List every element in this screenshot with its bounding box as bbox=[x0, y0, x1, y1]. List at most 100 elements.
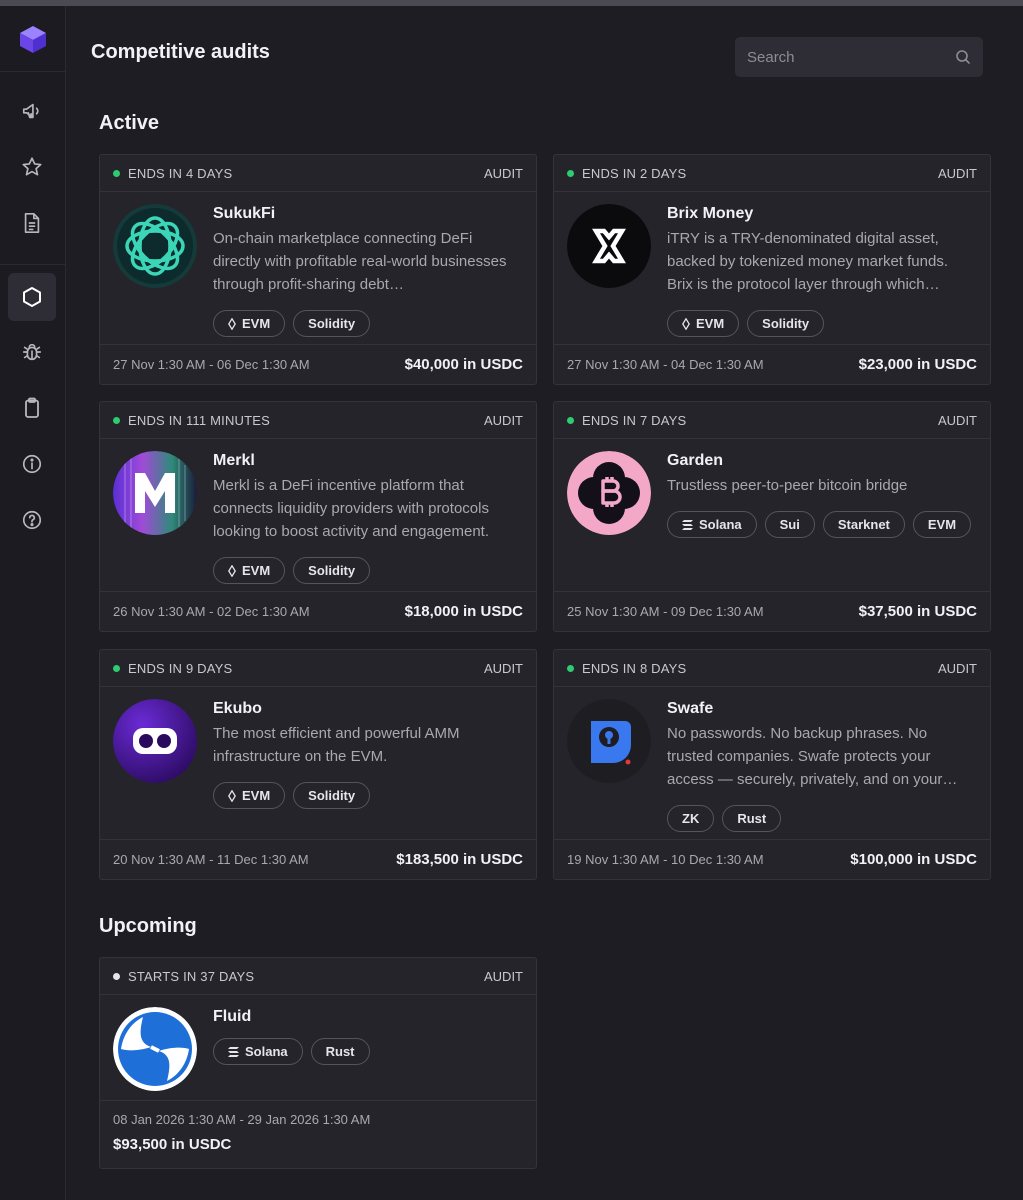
tag-zk[interactable]: ZK bbox=[667, 805, 715, 832]
status-dot bbox=[113, 416, 120, 424]
search-icon[interactable] bbox=[955, 49, 971, 65]
tag-evm[interactable]: EVM bbox=[213, 310, 286, 337]
card-header: ENDS IN 4 DAYS AUDIT bbox=[100, 155, 536, 192]
tag-solana[interactable]: Solana bbox=[213, 1038, 303, 1065]
card-header: STARTS IN 37 DAYS AUDIT bbox=[100, 958, 536, 995]
audit-card-fluid[interactable]: STARTS IN 37 DAYS AUDIT Fluid Solana Rus… bbox=[99, 957, 537, 1169]
tag-list: EVM Solidity bbox=[213, 557, 523, 584]
prize-pool: $18,000 in USDC bbox=[404, 603, 523, 620]
search-box[interactable] bbox=[735, 37, 983, 77]
tag-rust[interactable]: Rust bbox=[310, 1038, 370, 1065]
audit-type-label: AUDIT bbox=[484, 968, 523, 984]
sidebar-item-info[interactable] bbox=[8, 440, 56, 488]
project-description: Trustless peer-to-peer bitcoin bridge bbox=[667, 477, 908, 494]
merkl-logo bbox=[113, 451, 197, 535]
status-dot bbox=[567, 169, 574, 177]
sidebar-item-help[interactable] bbox=[8, 496, 56, 544]
audit-card-merkl[interactable]: ENDS IN 111 MINUTES AUDIT Merkl Merkl is… bbox=[99, 401, 537, 632]
tag-list: ZK Rust bbox=[667, 805, 977, 832]
megaphone-icon bbox=[22, 103, 39, 119]
tag-solidity[interactable]: Solidity bbox=[293, 557, 371, 584]
sidebar-item-clipboard[interactable] bbox=[8, 384, 56, 432]
card-footer: 27 Nov 1:30 AM - 06 Dec 1:30 AM $40,000 … bbox=[100, 344, 536, 384]
card-footer: 27 Nov 1:30 AM - 04 Dec 1:30 AM $23,000 … bbox=[554, 344, 990, 384]
project-description: The most efficient and powerful AMM infr… bbox=[213, 725, 460, 765]
sidebar-item-bug-bounty[interactable] bbox=[8, 328, 56, 376]
prize-pool: $100,000 in USDC bbox=[850, 851, 977, 868]
sidebar-item-favorites[interactable] bbox=[8, 143, 56, 191]
tag-solidity[interactable]: Solidity bbox=[747, 310, 825, 337]
audit-card-brix-money[interactable]: ENDS IN 2 DAYS AUDIT Brix Money iTRY is … bbox=[553, 154, 991, 385]
ethereum-icon bbox=[228, 564, 236, 577]
audit-card-ekubo[interactable]: ENDS IN 9 DAYS AUDIT Ekubo The most effi… bbox=[99, 649, 537, 880]
tag-list: EVM Solidity bbox=[213, 782, 523, 809]
card-header: ENDS IN 2 DAYS AUDIT bbox=[554, 155, 990, 192]
star-icon bbox=[22, 157, 42, 176]
audit-type-label: AUDIT bbox=[938, 412, 977, 428]
audit-type-label: AUDIT bbox=[484, 165, 523, 181]
status-text: ENDS IN 7 DAYS bbox=[582, 412, 687, 428]
audit-card-swafe[interactable]: ENDS IN 8 DAYS AUDIT Swafe No passwords.… bbox=[553, 649, 991, 880]
tag-evm[interactable]: EVM bbox=[667, 310, 740, 337]
project-name[interactable]: Merkl bbox=[213, 452, 523, 470]
audit-type-label: AUDIT bbox=[938, 165, 977, 181]
hexagon-icon bbox=[23, 287, 41, 307]
prize-pool: $40,000 in USDC bbox=[404, 356, 523, 373]
tag-evm[interactable]: EVM bbox=[213, 557, 286, 584]
project-name[interactable]: Brix Money bbox=[667, 205, 977, 223]
info-icon bbox=[22, 454, 42, 474]
audit-dates: 19 Nov 1:30 AM - 10 Dec 1:30 AM bbox=[567, 852, 764, 867]
tag-sui[interactable]: Sui bbox=[764, 511, 815, 538]
ethereum-icon bbox=[228, 317, 236, 330]
tag-solidity[interactable]: Solidity bbox=[293, 782, 371, 809]
ethereum-icon bbox=[228, 789, 236, 802]
solana-icon bbox=[228, 1046, 239, 1057]
tag-list: EVM Solidity bbox=[213, 310, 523, 337]
status-dot bbox=[113, 664, 120, 672]
project-name[interactable]: Garden bbox=[667, 452, 977, 470]
card-header: ENDS IN 9 DAYS AUDIT bbox=[100, 650, 536, 687]
audit-type-label: AUDIT bbox=[938, 660, 977, 676]
tag-rust[interactable]: Rust bbox=[722, 805, 782, 832]
prize-pool: $93,500 in USDC bbox=[113, 1136, 232, 1153]
status-text: ENDS IN 9 DAYS bbox=[128, 660, 233, 676]
status-text: ENDS IN 8 DAYS bbox=[582, 660, 687, 676]
fluid-logo bbox=[113, 1007, 197, 1091]
card-footer: 25 Nov 1:30 AM - 09 Dec 1:30 AM $37,500 … bbox=[554, 591, 990, 631]
search-input[interactable] bbox=[747, 48, 955, 66]
tag-solana[interactable]: Solana bbox=[667, 511, 757, 538]
logo-cube-icon bbox=[19, 25, 46, 53]
status-dot bbox=[113, 169, 120, 177]
section-title-active: Active bbox=[99, 112, 160, 134]
tag-starknet[interactable]: Starknet bbox=[822, 511, 905, 538]
project-name[interactable]: Fluid bbox=[213, 1008, 523, 1026]
sidebar-item-audits[interactable] bbox=[8, 273, 56, 321]
tag-evm[interactable]: EVM bbox=[213, 782, 286, 809]
bug-icon bbox=[22, 343, 42, 361]
audit-dates: 08 Jan 2026 1:30 AM - 29 Jan 2026 1:30 A… bbox=[113, 1112, 371, 1127]
sidebar-divider bbox=[0, 264, 66, 265]
prize-pool: $183,500 in USDC bbox=[396, 851, 523, 868]
tag-solidity[interactable]: Solidity bbox=[293, 310, 371, 337]
audit-type-label: AUDIT bbox=[484, 412, 523, 428]
audit-card-sukukfi[interactable]: ENDS IN 4 DAYS AUDIT SukukFi On-chain ma… bbox=[99, 154, 537, 385]
project-name[interactable]: SukukFi bbox=[213, 205, 523, 223]
tag-list: Solana Rust bbox=[213, 1038, 523, 1065]
ekubo-logo bbox=[113, 699, 197, 783]
project-description: On-chain marketplace connecting DeFi dir… bbox=[213, 230, 507, 293]
status-text: ENDS IN 4 DAYS bbox=[128, 165, 233, 181]
project-description: Merkl is a DeFi incentive platform that … bbox=[213, 477, 490, 540]
status-text: STARTS IN 37 DAYS bbox=[128, 968, 255, 984]
swafe-logo bbox=[567, 699, 651, 783]
audit-card-garden[interactable]: ENDS IN 7 DAYS AUDIT Garden Trustless pe… bbox=[553, 401, 991, 632]
tag-evm[interactable]: EVM bbox=[912, 511, 972, 538]
solana-icon bbox=[682, 519, 693, 530]
sidebar-item-announcements[interactable] bbox=[8, 87, 56, 135]
sidebar-item-reports[interactable] bbox=[8, 199, 56, 247]
card-footer: 20 Nov 1:30 AM - 11 Dec 1:30 AM $183,500… bbox=[100, 839, 536, 879]
card-footer: 26 Nov 1:30 AM - 02 Dec 1:30 AM $18,000 … bbox=[100, 591, 536, 631]
project-name[interactable]: Swafe bbox=[667, 700, 977, 718]
project-name[interactable]: Ekubo bbox=[213, 700, 523, 718]
logo[interactable] bbox=[0, 6, 65, 72]
card-header: ENDS IN 7 DAYS AUDIT bbox=[554, 402, 990, 439]
